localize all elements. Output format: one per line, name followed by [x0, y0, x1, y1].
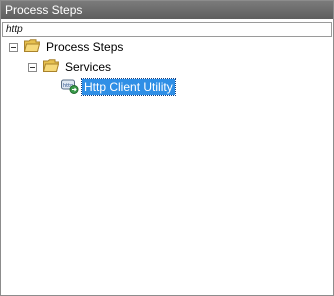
folder-open-icon — [23, 39, 44, 55]
panel-title: Process Steps — [1, 1, 333, 19]
folder-open-icon — [42, 59, 63, 75]
http-service-icon: http — [61, 78, 82, 97]
process-steps-panel: Process Steps Process Steps Serv — [0, 0, 334, 296]
collapse-toggle-icon[interactable] — [9, 42, 18, 52]
tree-node-process-steps[interactable]: Process Steps — [9, 38, 125, 56]
tree-node-label-selected: Http Client Utility — [81, 78, 176, 96]
tree-node-label: Services — [65, 60, 112, 74]
collapse-toggle-icon[interactable] — [28, 62, 37, 72]
tree-node-http-client-utility[interactable]: http Http Client Utility — [61, 78, 176, 97]
tree-node-label: Process Steps — [46, 40, 124, 54]
search-input[interactable] — [2, 22, 332, 37]
tree-node-services[interactable]: Services — [28, 58, 113, 76]
process-tree: Process Steps Services http Http Client … — [1, 37, 333, 295]
